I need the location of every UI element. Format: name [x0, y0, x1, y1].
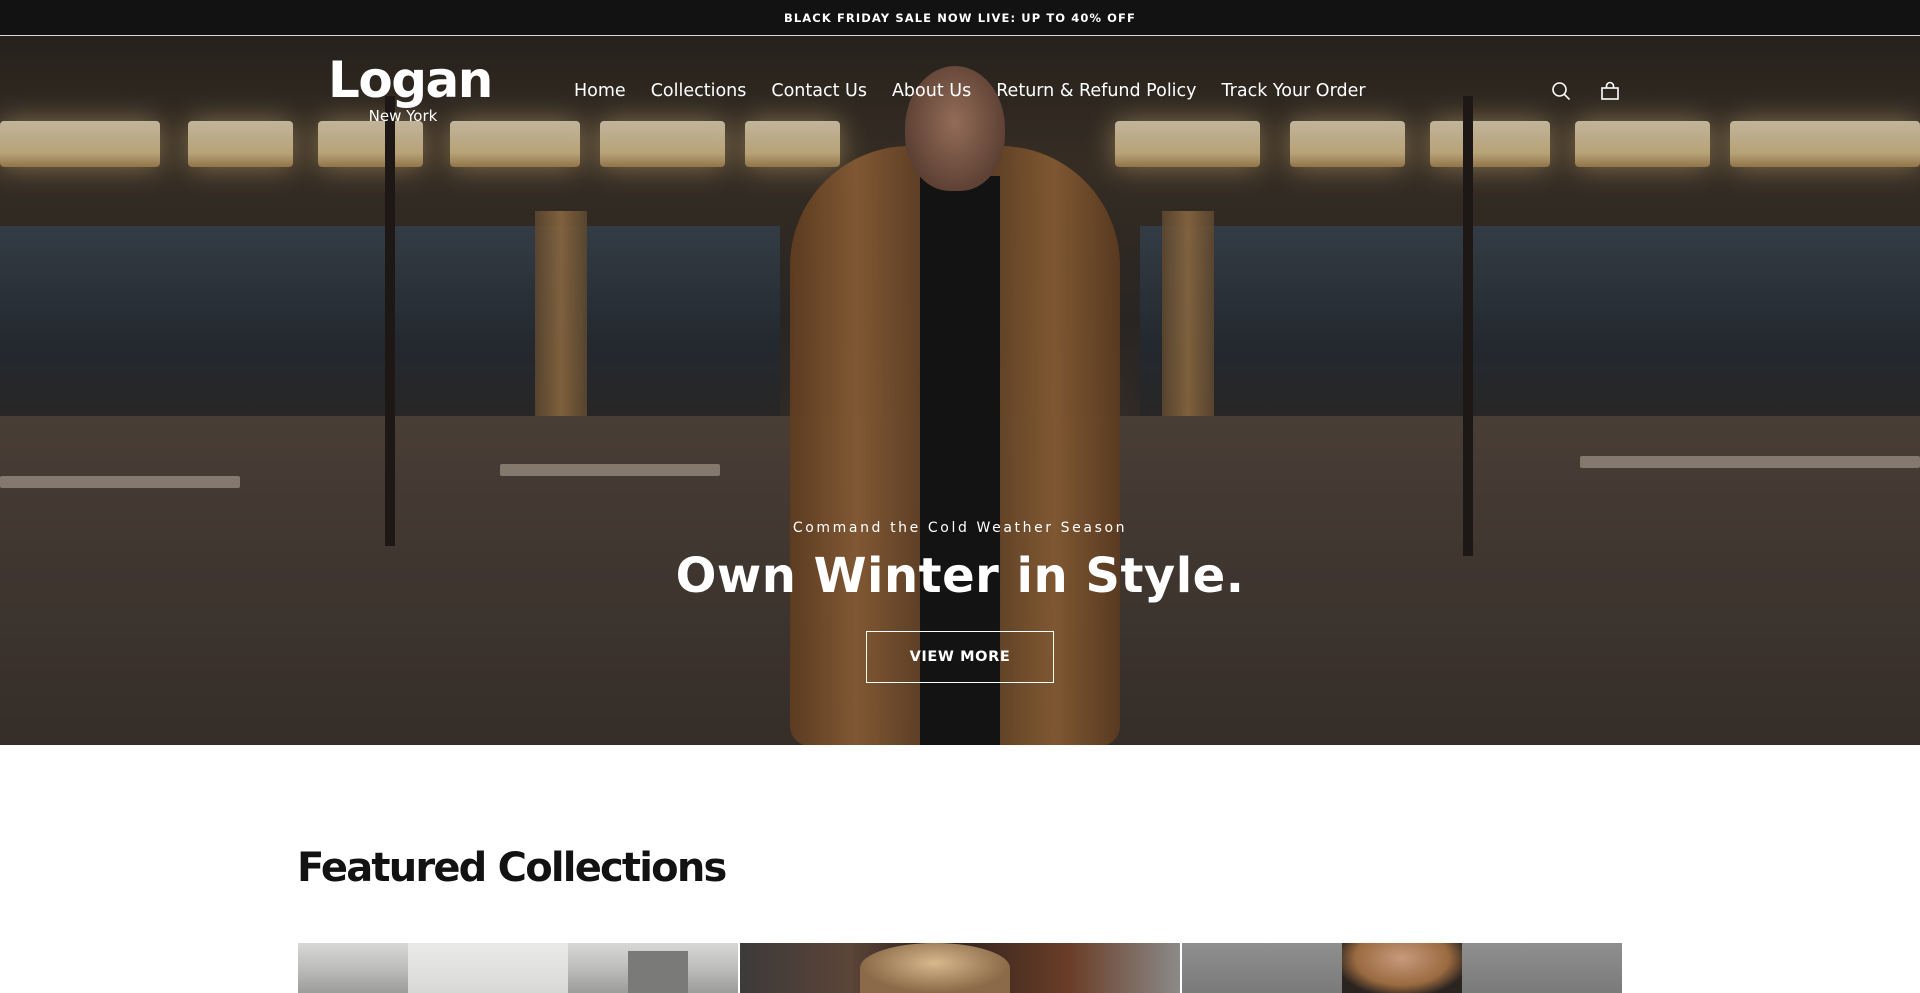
site-logo[interactable]: Logan New York: [328, 51, 493, 130]
featured-collections-title: Featured Collections: [297, 845, 727, 891]
nav-item-home[interactable]: Home: [574, 79, 626, 103]
view-more-button[interactable]: VIEW MORE: [866, 631, 1054, 683]
announcement-bar: BLACK FRIDAY SALE NOW LIVE: UP TO 40% OF…: [0, 0, 1920, 36]
shopping-bag-icon: [1601, 81, 1619, 100]
collection-card[interactable]: [1182, 943, 1622, 993]
hero-eyebrow: Command the Cold Weather Season: [792, 520, 1128, 536]
featured-collections-grid: [298, 943, 1622, 993]
main-nav: Home Collections Contact Us About Us Ret…: [574, 79, 1366, 103]
collection-card[interactable]: [740, 943, 1180, 993]
nav-item-collections[interactable]: Collections: [651, 79, 747, 103]
nav-item-track-your-order[interactable]: Track Your Order: [1222, 79, 1366, 103]
nav-item-return-refund-policy[interactable]: Return & Refund Policy: [996, 79, 1196, 103]
nav-item-about-us[interactable]: About Us: [892, 79, 971, 103]
logo-city: New York: [368, 107, 438, 125]
announcement-text: BLACK FRIDAY SALE NOW LIVE: UP TO 40% OF…: [784, 10, 1136, 25]
nav-item-contact-us[interactable]: Contact Us: [771, 79, 867, 103]
logo-brand: Logan: [328, 51, 493, 109]
hero-headline: Own Winter in Style.: [675, 548, 1245, 604]
cart-button[interactable]: [1597, 78, 1623, 104]
search-button[interactable]: [1548, 78, 1574, 104]
collection-card[interactable]: [298, 943, 738, 993]
search-icon: [1552, 82, 1571, 101]
